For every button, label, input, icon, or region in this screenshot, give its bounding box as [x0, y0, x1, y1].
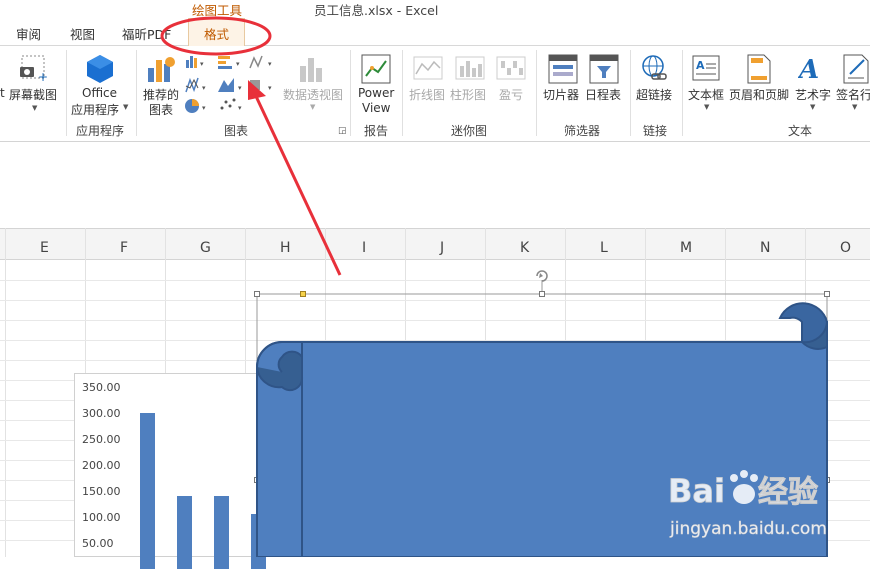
svg-text:经验: 经验 — [758, 475, 818, 510]
baidu-watermark: Bai 经验 jingyan.baidu.com — [668, 462, 838, 545]
svg-text:Bai: Bai — [668, 472, 725, 510]
baidu-paw-icon: Bai 经验 jingyan.baidu.com — [668, 470, 827, 539]
svg-text:jingyan.baidu.com: jingyan.baidu.com — [669, 519, 827, 539]
